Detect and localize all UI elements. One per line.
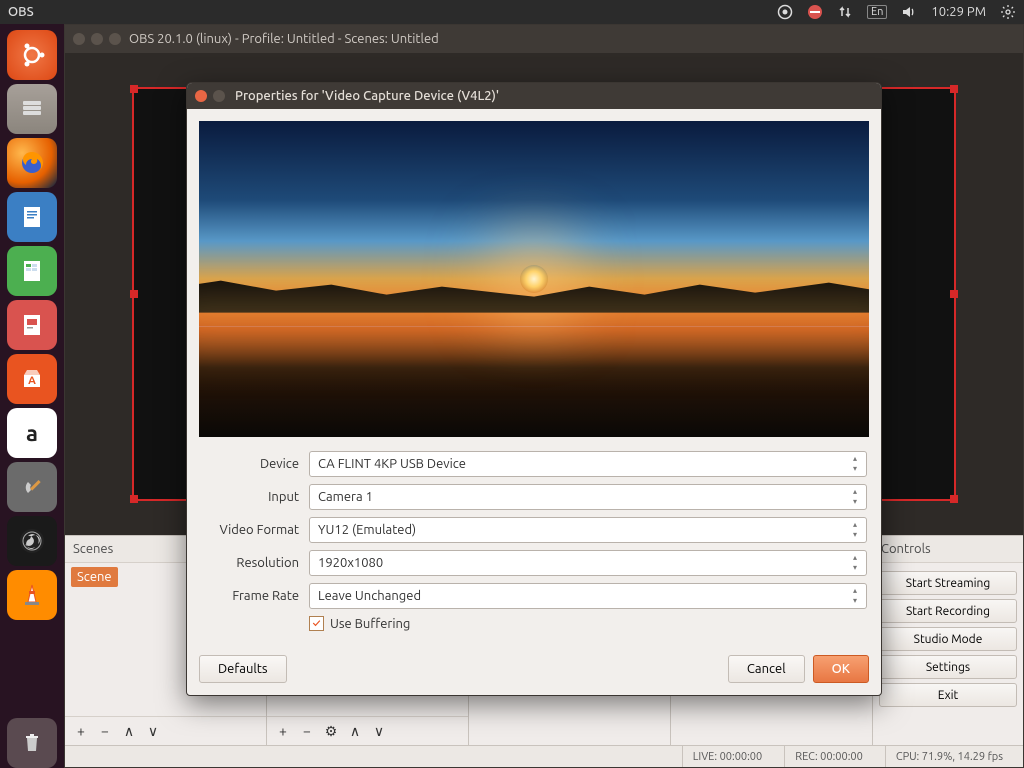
dialog-footer: Defaults Cancel OK — [187, 645, 881, 695]
launcher-amazon-icon[interactable]: a — [7, 408, 57, 458]
launcher-obs-icon[interactable] — [7, 516, 57, 566]
dialog-title: Properties for 'Video Capture Device (V4… — [235, 89, 499, 103]
scene-down-button[interactable]: ∨ — [143, 721, 163, 741]
source-down-button[interactable]: ∨ — [369, 721, 389, 741]
gear-icon[interactable] — [1000, 4, 1016, 20]
dialog-preview — [199, 121, 869, 437]
input-select[interactable]: Camera 1▴▾ — [309, 484, 867, 510]
settings-button[interactable]: Settings — [879, 655, 1017, 679]
close-icon[interactable] — [73, 33, 85, 45]
ok-button[interactable]: OK — [813, 655, 869, 683]
launcher-dash-icon[interactable] — [7, 30, 57, 80]
status-rec: REC: 00:00:00 — [784, 746, 873, 767]
clock[interactable]: 10:29 PM — [931, 5, 986, 19]
status-cpu: CPU: 71.9%, 14.29 fps — [885, 746, 1013, 767]
dialog-close-icon[interactable] — [195, 90, 207, 102]
launcher-firefox-icon[interactable] — [7, 138, 57, 188]
input-label: Input — [201, 490, 309, 504]
video-format-label: Video Format — [201, 523, 309, 537]
minimize-icon[interactable] — [91, 33, 103, 45]
device-label: Device — [201, 457, 309, 471]
volume-icon[interactable] — [901, 4, 917, 20]
dialog-titlebar[interactable]: Properties for 'Video Capture Device (V4… — [187, 83, 881, 109]
scenes-toolbar: + − ∧ ∨ — [65, 716, 266, 745]
menubar-app-title: OBS — [8, 5, 34, 19]
obs-titlebar[interactable]: OBS 20.1.0 (linux) - Profile: Untitled -… — [65, 25, 1023, 53]
dialog-minimize-icon[interactable] — [213, 90, 225, 102]
obs-window-title: OBS 20.1.0 (linux) - Profile: Untitled -… — [129, 32, 439, 46]
add-scene-button[interactable]: + — [71, 721, 91, 741]
language-indicator[interactable]: En — [867, 5, 887, 19]
obs-statusbar: LIVE: 00:00:00 REC: 00:00:00 CPU: 71.9%,… — [65, 745, 1023, 767]
properties-dialog: Properties for 'Video Capture Device (V4… — [186, 82, 882, 696]
source-settings-button[interactable]: ⚙ — [321, 721, 341, 741]
resolution-label: Resolution — [201, 556, 309, 570]
launcher-software-icon[interactable]: A — [7, 354, 57, 404]
device-select[interactable]: CA FLINT 4KP USB Device▴▾ — [309, 451, 867, 477]
launcher-vlc-icon[interactable] — [7, 570, 57, 620]
obs-tray-icon[interactable] — [777, 4, 793, 20]
defaults-button[interactable]: Defaults — [199, 655, 287, 683]
launcher-calc-icon[interactable] — [7, 246, 57, 296]
start-streaming-button[interactable]: Start Streaming — [879, 571, 1017, 595]
video-format-select[interactable]: YU12 (Emulated)▴▾ — [309, 517, 867, 543]
network-icon[interactable] — [837, 4, 853, 20]
start-recording-button[interactable]: Start Recording — [879, 599, 1017, 623]
system-tray: En 10:29 PM — [777, 4, 1016, 20]
controls-panel-title: Controls — [873, 536, 1023, 563]
launcher-impress-icon[interactable] — [7, 300, 57, 350]
launcher-trash-icon[interactable] — [7, 718, 57, 768]
svg-text:A: A — [28, 375, 36, 387]
frame-rate-label: Frame Rate — [201, 589, 309, 603]
no-entry-icon[interactable] — [807, 4, 823, 20]
status-live: LIVE: 00:00:00 — [682, 746, 772, 767]
studio-mode-button[interactable]: Studio Mode — [879, 627, 1017, 651]
remove-source-button[interactable]: − — [297, 721, 317, 741]
sources-toolbar: + − ⚙ ∧ ∨ — [267, 716, 468, 745]
system-menubar: OBS En 10:29 PM — [0, 0, 1024, 24]
maximize-icon[interactable] — [109, 33, 121, 45]
add-source-button[interactable]: + — [273, 721, 293, 741]
frame-rate-select[interactable]: Leave Unchanged▴▾ — [309, 583, 867, 609]
properties-form: Device CA FLINT 4KP USB Device▴▾ Input C… — [199, 437, 869, 633]
scene-list-item[interactable]: Scene — [71, 567, 118, 587]
cancel-button[interactable]: Cancel — [728, 655, 805, 683]
source-up-button[interactable]: ∧ — [345, 721, 365, 741]
exit-button[interactable]: Exit — [879, 683, 1017, 707]
scene-up-button[interactable]: ∧ — [119, 721, 139, 741]
launcher-settings-icon[interactable] — [7, 462, 57, 512]
unity-launcher: A a — [0, 24, 64, 768]
remove-scene-button[interactable]: − — [95, 721, 115, 741]
controls-panel: Controls Start Streaming Start Recording… — [873, 536, 1023, 745]
launcher-writer-icon[interactable] — [7, 192, 57, 242]
use-buffering-label: Use Buffering — [330, 617, 410, 631]
launcher-files-icon[interactable] — [7, 84, 57, 134]
use-buffering-checkbox[interactable]: ✓ — [309, 616, 324, 631]
resolution-select[interactable]: 1920x1080▴▾ — [309, 550, 867, 576]
